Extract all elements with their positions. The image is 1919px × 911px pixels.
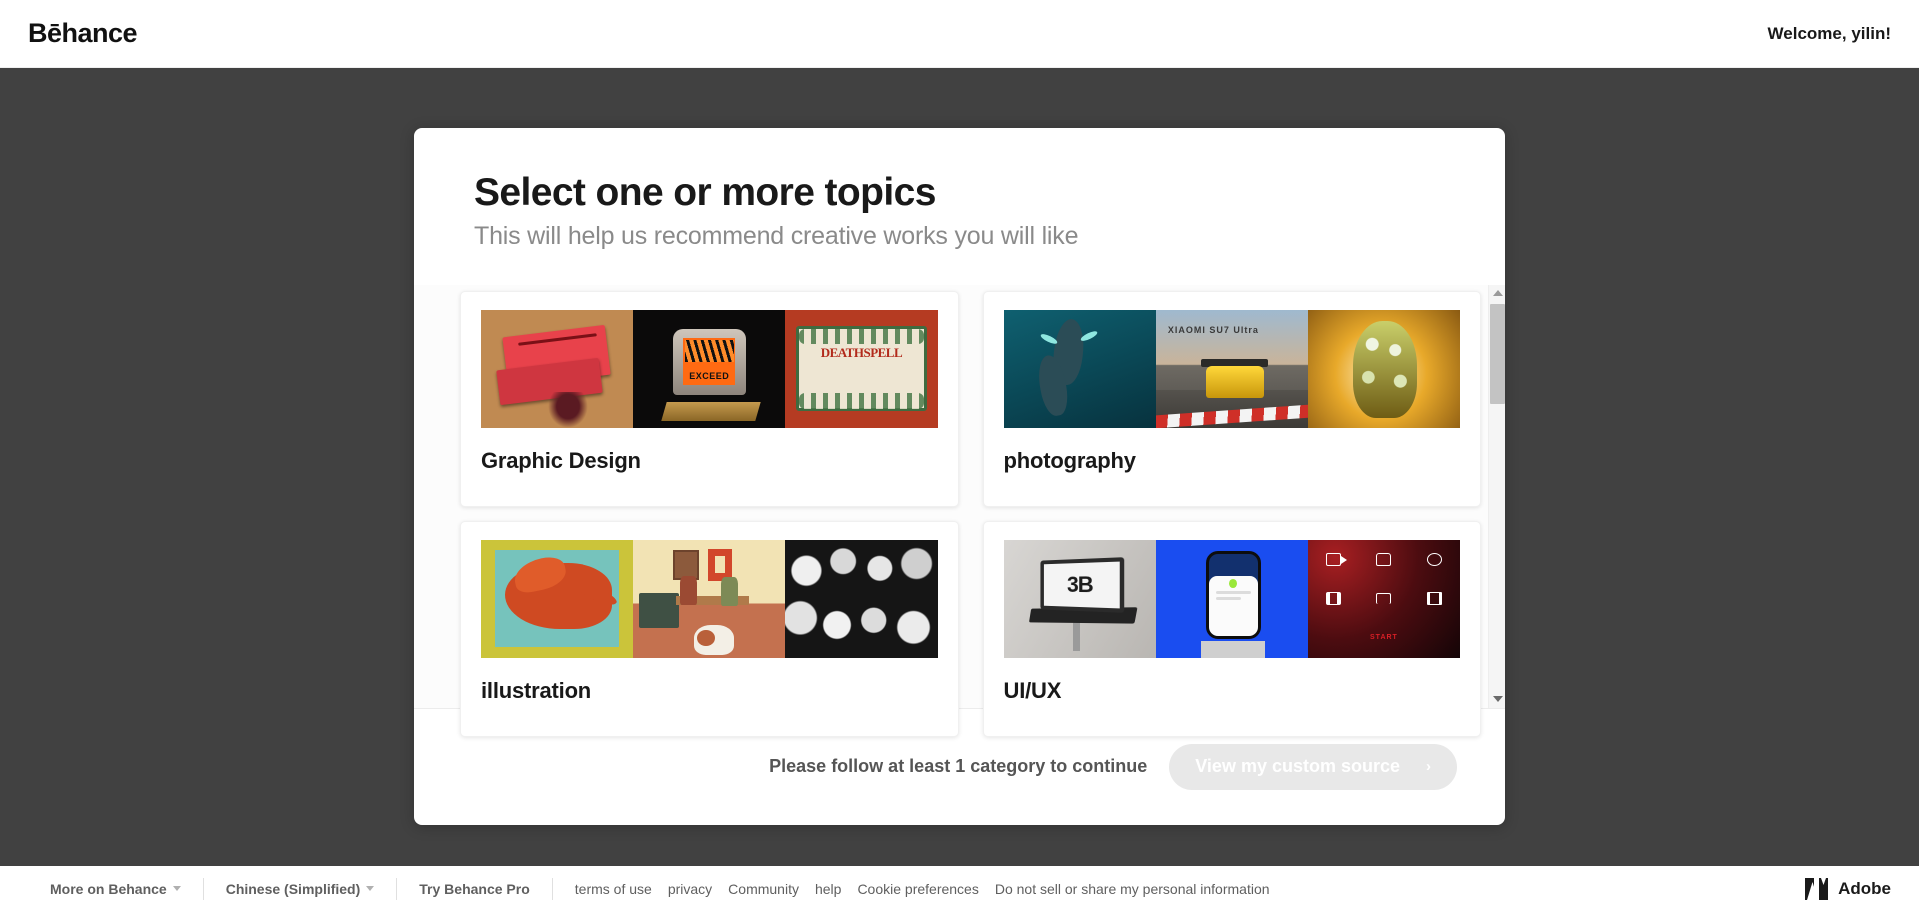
house-icon [1376, 552, 1392, 566]
topic-card-illustration[interactable]: illustration [460, 520, 959, 737]
footer-try-behance-pro[interactable]: Try Behance Pro [397, 881, 552, 897]
follow-requirement-note: Please follow at least 1 category to con… [769, 756, 1148, 777]
page-footer: More on Behance Chinese (Simplified) Try… [0, 866, 1919, 911]
adobe-label: Adobe [1838, 878, 1891, 898]
film-strip-icon [1325, 592, 1341, 606]
chevron-down-icon [366, 886, 375, 891]
page-backdrop: Select one or more topics This will help… [0, 68, 1919, 866]
topics-grid: EXCEED DEATHSPELL Graphic Design XIAOMI … [460, 285, 1481, 737]
topic-label: UI/UX [1003, 677, 1062, 703]
footer-divider [551, 877, 553, 900]
footer-link-do-not-sell[interactable]: Do not sell or share my personal informa… [995, 881, 1270, 897]
thumbnail-kitchen-scene [633, 539, 786, 658]
topic-label: Graphic Design [481, 447, 641, 473]
projector-icon [1427, 592, 1443, 606]
thumbnail-crowd-portrait [785, 539, 938, 658]
topic-label: illustration [481, 677, 592, 703]
footer-link-help[interactable]: help [815, 881, 841, 897]
topics-scroll-region: EXCEED DEATHSPELL Graphic Design XIAOMI … [414, 284, 1505, 737]
thumbnail-row [481, 539, 938, 658]
topic-card-ui-ux[interactable]: 3B START UI/UX [982, 520, 1481, 737]
welcome-message: Welcome, yilin! [1767, 23, 1891, 43]
page-title: Select one or more topics [474, 171, 936, 214]
scroll-down-button[interactable] [1489, 691, 1505, 708]
view-custom-source-label: View my custom source [1195, 756, 1400, 777]
scrollbar-thumb[interactable] [1490, 303, 1505, 404]
scroll-up-button[interactable] [1489, 285, 1505, 302]
footer-link-privacy[interactable]: privacy [668, 881, 712, 897]
film-reel-icon [1427, 552, 1443, 566]
footer-link-community[interactable]: Community [728, 881, 799, 897]
chevron-up-icon [1492, 290, 1503, 297]
footer-primary-group: More on Behance Chinese (Simplified) Try… [28, 877, 553, 900]
footer-link-terms[interactable]: terms of use [575, 881, 652, 897]
thumbnail-row: XIAOMI SU7 Ultra [1003, 309, 1460, 428]
footer-language-label: Chinese (Simplified) [225, 880, 361, 897]
view-custom-source-button[interactable]: View my custom source › [1169, 743, 1457, 790]
footer-more-on-behance[interactable]: More on Behance [28, 881, 203, 897]
thumbnail-pizza-boxes [481, 309, 634, 428]
modal-header: Select one or more topics This will help… [414, 128, 1505, 251]
topic-label: photography [1003, 447, 1136, 473]
adobe-logo-icon [1805, 877, 1829, 900]
footer-links: terms of use privacy Community help Cook… [575, 881, 1286, 897]
footer-try-pro-label: Try Behance Pro [419, 880, 530, 897]
thumbnail-row: EXCEED DEATHSPELL [481, 309, 938, 428]
thumbnail-laptop-mockup: 3B [1003, 539, 1156, 658]
thumbnail-row: 3B START [1003, 539, 1460, 658]
thumbnail-phone-mockup [1155, 539, 1308, 658]
topic-selection-modal: Select one or more topics This will help… [414, 128, 1505, 825]
thumbnail-caption: START [1370, 634, 1398, 642]
footer-more-label: More on Behance [50, 880, 167, 897]
thumbnail-icon-grid: START [1307, 539, 1460, 658]
behance-logo[interactable]: Bēhance [28, 20, 138, 47]
camera-icon [1325, 552, 1347, 566]
topic-card-photography[interactable]: XIAOMI SU7 Ultra photography [982, 290, 1481, 507]
thumbnail-floral-figure [1307, 309, 1460, 428]
topic-card-graphic-design[interactable]: EXCEED DEATHSPELL Graphic Design [460, 290, 959, 507]
page-subtitle: This will help us recommend creative wor… [474, 221, 1079, 250]
top-header: Bēhance Welcome, yilin! [0, 0, 1919, 68]
topics-scrollbar[interactable] [1488, 284, 1505, 708]
thumbnail-caption: XIAOMI SU7 Ultra [1167, 325, 1259, 335]
thumbnail-deathspell-poster: DEATHSPELL [785, 309, 938, 428]
chevron-down-icon [1492, 696, 1503, 703]
adobe-branding: Adobe [1805, 877, 1891, 900]
thumbnail-race-car: XIAOMI SU7 Ultra [1155, 309, 1308, 428]
chevron-down-icon [172, 886, 181, 891]
chevron-right-icon: › [1426, 758, 1431, 776]
thumbnail-dragon [481, 539, 634, 658]
thumbnail-whales [1003, 309, 1156, 428]
thumbnail-exceed-monitor: EXCEED [633, 309, 786, 428]
footer-link-cookie-preferences[interactable]: Cookie preferences [857, 881, 978, 897]
monitor-icon [1376, 593, 1392, 605]
footer-language-selector[interactable]: Chinese (Simplified) [204, 881, 397, 897]
thumbnail-caption: 3B [1040, 556, 1125, 613]
